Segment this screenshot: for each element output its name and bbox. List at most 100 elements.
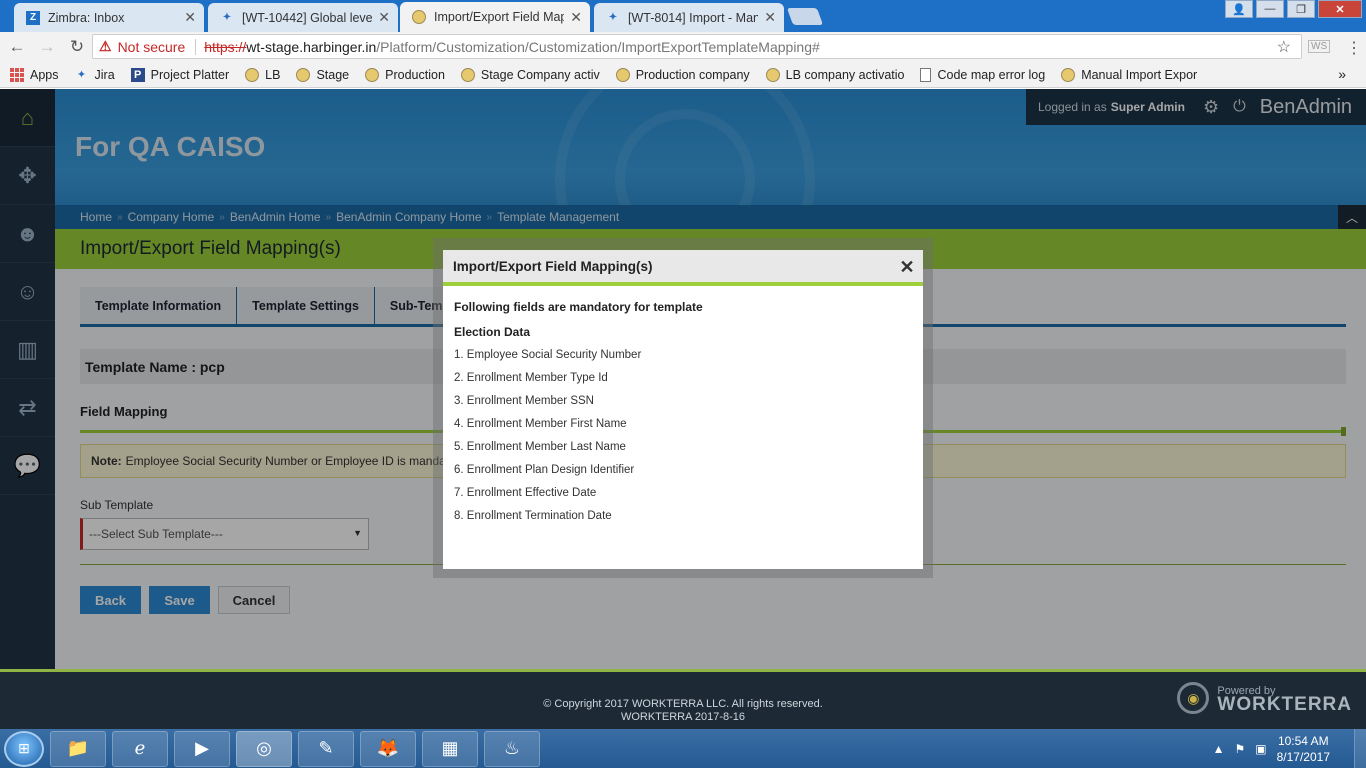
bookmark-stage[interactable]: Stage [296,67,349,82]
powered-by-brand: WORKTERRA [1217,694,1352,715]
windows-taskbar: ⊞ 📁 ℯ ▶ ◎ ✎ 🦊 ▦ ♨ ▲ ⚑ ▣ 10:54 AM 8/17/20… [0,729,1366,768]
show-desktop-button[interactable] [1354,729,1366,768]
bookmark-star-icon[interactable]: ☆ [1277,37,1291,57]
taskbar-media-player[interactable]: ▶ [174,730,230,767]
taskbar-spreadsheet[interactable]: ▦ [422,730,478,767]
site-icon [365,67,380,82]
maximize-icon[interactable]: ❐ [1287,0,1315,18]
more-bookmarks-icon[interactable]: » [1338,66,1346,82]
media-player-icon: ▶ [195,738,209,758]
bookmark-lb[interactable]: LB [245,67,280,82]
taskbar-app[interactable]: ♨ [484,730,540,767]
site-icon [412,10,426,24]
bookmark-lb-company[interactable]: LB company activatio [765,67,905,82]
site-icon [245,67,260,82]
network-icon[interactable]: ▣ [1255,742,1266,756]
site-icon [296,67,311,82]
folder-icon: 📁 [66,738,90,758]
action-center-flag-icon[interactable]: ⚑ [1235,742,1246,756]
browser-tab-active[interactable]: Import/Export Field Map ✕ [400,2,590,32]
chrome-icon: ◎ [256,738,272,758]
taskbar-explorer[interactable]: 📁 [50,730,106,767]
spreadsheet-icon: ▦ [441,738,459,758]
bookmark-production[interactable]: Production [365,67,445,82]
tab-close-icon[interactable]: ✕ [184,9,196,26]
window-controls: 👤 — ❐ ✕ [1225,0,1362,18]
close-window-icon[interactable]: ✕ [1318,0,1362,18]
bookmark-stage-company[interactable]: Stage Company activ [460,67,600,82]
clock-time: 10:54 AM [1277,733,1329,748]
bookmark-production-company[interactable]: Production company [615,67,750,82]
zimbra-icon: Z [26,10,40,25]
jira-icon: ✦ [608,12,618,23]
workterra-logo-icon: ◉ [1177,682,1210,714]
bookmark-label: Stage Company activ [480,67,600,82]
mandatory-field-item: 4. Enrollment Member First Name [454,418,627,430]
close-icon[interactable]: ✕ [897,257,917,277]
taskbar-firefox[interactable]: 🦊 [360,730,416,767]
extension-icon[interactable]: WS [1308,40,1331,53]
footer-copyright: © Copyright 2017 WORKTERRA LLC. All righ… [543,698,823,710]
mandatory-field-item: 8. Enrollment Termination Date [454,510,612,522]
new-tab-button[interactable] [786,8,824,25]
back-arrow-icon[interactable]: ← [4,37,30,57]
site-icon [615,67,630,82]
clock[interactable]: 10:54 AM 8/17/2017 [1277,733,1330,765]
browser-menu-icon[interactable]: ⋮ [1346,38,1362,58]
minimize-icon[interactable]: — [1256,0,1284,18]
bookmark-manual-import[interactable]: Manual Import Expor [1061,67,1197,82]
profile-icon[interactable]: 👤 [1225,0,1253,18]
tab-close-icon[interactable]: ✕ [570,9,582,26]
dialog-section-title: Election Data [454,325,531,339]
bookmark-label: LB company activatio [785,67,905,82]
browser-tab[interactable]: ✦ [WT-10442] Global level ✕ [208,3,398,32]
p-logo-icon: P [130,67,145,82]
dialog-title: Import/Export Field Mapping(s) [453,258,653,274]
browser-tab[interactable]: Z Zimbra: Inbox ✕ [14,3,204,32]
taskbar-ie[interactable]: ℯ [112,730,168,767]
tab-close-icon[interactable]: ✕ [378,9,390,26]
mandatory-fields-dialog: Import/Export Field Mapping(s) ✕ Followi… [443,250,923,569]
forward-arrow-icon[interactable]: → [34,37,60,57]
firefox-icon: 🦊 [376,738,400,758]
address-bar[interactable]: ⚠ Not secure https:// wt-stage.harbinger… [92,34,1302,59]
bookmark-jira[interactable]: ✦ Jira [75,68,115,82]
dialog-body: Following fields are mandatory for templ… [443,286,923,533]
tab-title: [WT-8014] Import - Man [628,10,759,25]
tab-title: Import/Export Field Map [434,10,565,24]
bookmark-code-map[interactable]: Code map error log [920,67,1046,82]
bookmark-apps[interactable]: Apps [10,67,59,82]
dialog-header: Import/Export Field Mapping(s) ✕ [443,250,923,286]
system-tray: ▲ ⚑ ▣ 10:54 AM 8/17/2017 [1213,729,1366,768]
taskbar-notepad[interactable]: ✎ [298,730,354,767]
browser-tab-strip: Z Zimbra: Inbox ✕ ✦ [WT-10442] Global le… [0,0,1366,32]
site-icon [460,67,475,82]
taskbar-chrome[interactable]: ◎ [236,730,292,767]
flame-icon: ♨ [503,738,521,758]
bookmarks-bar: Apps ✦ Jira P Project Platter LB Stage P… [0,62,1366,88]
bookmark-label: Jira [94,67,115,82]
url-scheme: https:// [204,38,247,55]
windows-logo-icon: ⊞ [18,740,30,756]
footer-version: WORKTERRA 2017-8-16 [620,711,746,723]
tab-close-icon[interactable]: ✕ [764,9,776,26]
jira-icon: ✦ [76,69,87,81]
apps-grid-icon [10,67,24,82]
mandatory-field-item: 2. Enrollment Member Type Id [454,372,608,384]
browser-tab[interactable]: ✦ [WT-8014] Import - Man ✕ [594,3,784,32]
start-button[interactable]: ⊞ [4,730,44,767]
bookmark-project-platter[interactable]: P Project Platter [130,67,229,82]
bookmark-label: Production company [635,67,750,82]
site-icon [765,67,780,82]
notepad-icon: ✎ [318,738,334,758]
url-host: wt-stage.harbinger.in [246,38,377,55]
mandatory-field-item: 3. Enrollment Member SSN [454,395,594,407]
internet-explorer-icon: ℯ [134,738,146,758]
tray-expand-icon[interactable]: ▲ [1213,742,1225,756]
reload-icon[interactable]: ↻ [64,37,90,57]
warning-icon: ⚠ [99,38,112,54]
security-status[interactable]: Not secure [118,39,186,55]
tab-title: Zimbra: Inbox [48,10,125,25]
bookmark-label: Code map error log [937,67,1046,82]
dialog-intro: Following fields are mandatory for templ… [454,300,703,314]
